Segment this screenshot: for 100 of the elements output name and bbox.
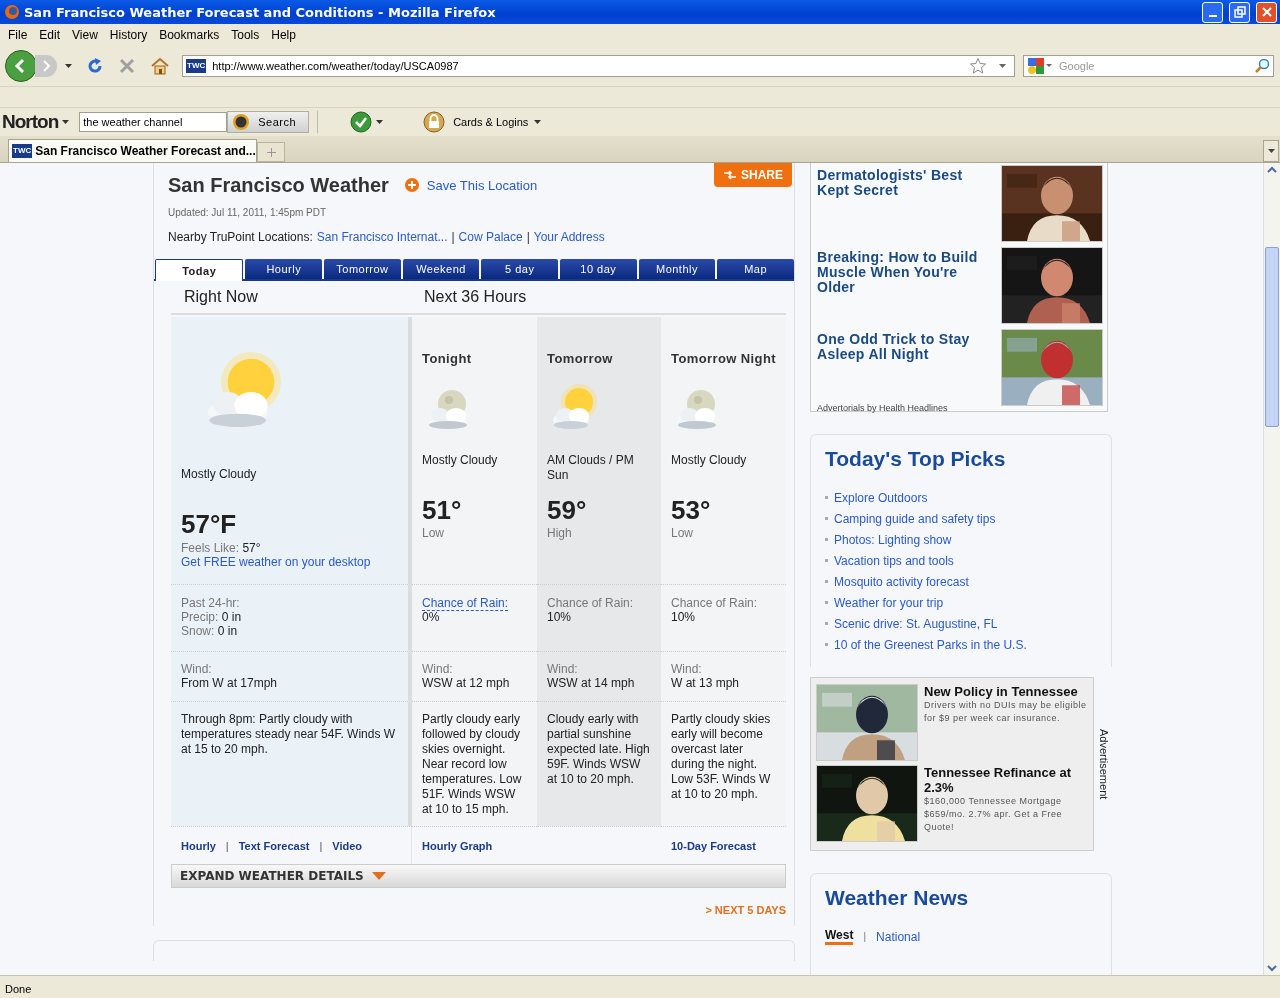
condition-text: Mostly Cloudy [671,453,748,469]
close-icon [1260,6,1273,18]
forecast-description: Partly cloudy early followed by cloudy skies overnight. Near record low temperatures. Low 51F. Winds WSW at 10 to 15 mph. [422,712,523,817]
forecast-tab[interactable]: 5 day [481,259,559,279]
forecast-link[interactable]: 10-Day Forecast [671,839,756,852]
close-button[interactable] [1256,1,1277,23]
save-location-link[interactable]: Save This Location [426,177,538,193]
top-pick-link[interactable]: Mosquito activity forecast [834,574,969,589]
current-temperature: 57°F [181,509,238,540]
bullet-icon [825,580,828,583]
menu-item[interactable]: View [66,28,104,42]
ad-title[interactable]: New Policy in Tennessee [924,684,1088,699]
snow-label: Snow: [181,624,215,638]
forecast-tab[interactable]: Map [717,259,794,279]
temperature: 59° [547,495,588,526]
star-icon[interactable] [969,57,987,75]
restore-button[interactable] [1229,1,1250,23]
top-pick-link[interactable]: Vacation tips and tools [834,553,954,568]
advertorial-link[interactable]: Dermatologists' Best Kept Secret [817,168,997,198]
norton-search-button[interactable]: Search [227,111,310,133]
forecast-tab[interactable]: Hourly [245,259,323,279]
section-heading: Weather News [825,886,970,910]
bullet-icon [825,601,828,604]
advertorial-link[interactable]: One Odd Trick to Stay Asleep All Night [817,332,997,362]
forecast-link[interactable]: Hourly Graph [422,839,493,852]
menu-item[interactable]: History [103,28,154,42]
ad-text: Drivers with no DUIs may be eligible for $9 per week car insurance. [924,699,1088,725]
news-tab[interactable]: National [876,929,921,944]
forecast-description: Through 8pm: Partly cloudy with temperatures steady near 54F. Winds W at 15 to 20 mph. [181,712,397,757]
forecast-tab[interactable]: Tomorrow [324,259,401,279]
search-engine-icon[interactable] [1027,57,1053,75]
forecast-link[interactable]: Video [332,839,363,852]
updated-time: Updated: Jul 11, 2011, 1:45pm PDT [167,207,328,218]
temperature-label: Low [671,526,694,540]
top-pick-link[interactable]: Weather for your trip [834,595,944,610]
minimize-icon [1208,15,1217,17]
rain-chance: 10% [671,610,697,624]
scrollbar[interactable] [1263,163,1280,975]
desktop-weather-link[interactable]: Get FREE weather on your desktop [181,555,398,569]
chance-of-rain-link[interactable]: Chance of Rain: [422,596,509,611]
menu-item[interactable]: Bookmarks [153,28,226,42]
advertorial-link[interactable]: Breaking: How to Build Muscle When You're Older [817,250,997,295]
ad-title[interactable]: Tennessee Refinance at 2.3% [924,765,1088,795]
dropdown-icon[interactable] [62,120,70,124]
home-icon[interactable] [150,57,170,75]
wind-value: W at 13 mph [671,676,741,690]
tab-list-button[interactable] [1263,140,1279,162]
news-tab[interactable]: West [825,928,854,945]
section-heading: Right Now [183,288,259,306]
top-pick-link[interactable]: Scenic drive: St. Augustine, FL [834,616,998,631]
temperature-label: High [547,526,573,540]
menu-item[interactable]: Edit [33,28,67,42]
plus-icon[interactable] [404,178,419,192]
expand-details-bar[interactable]: EXPAND WEATHER DETAILS [171,864,786,888]
dropdown-icon[interactable] [65,64,72,68]
search-icon[interactable] [1254,58,1270,74]
bullet-icon [825,538,828,541]
checkmark-icon[interactable] [350,111,373,133]
forecast-tab[interactable]: Weekend [402,259,480,279]
dropdown-icon[interactable] [999,64,1006,68]
top-pick-link[interactable]: Photos: Lighting show [834,532,952,547]
top-pick-link[interactable]: 10 of the Greenest Parks in the U.S. [834,637,1027,652]
reload-icon[interactable] [86,57,104,75]
dropdown-icon [1267,149,1275,153]
chance-of-rain-label: Chance of Rain: [671,596,758,610]
forecast-link[interactable]: Text Forecast [238,839,310,852]
forecast-tab[interactable]: Today [155,259,244,281]
back-button[interactable] [5,50,37,82]
separator: | [225,839,229,852]
advertisement-label: Advertisement [1098,728,1110,800]
forecast-tab[interactable]: Monthly [638,259,716,279]
location-link[interactable]: Your Address [533,230,605,244]
search-field[interactable]: Google [1023,55,1274,77]
precip-value: 0 in [221,610,242,624]
norton-logo[interactable]: Norton [2,111,59,133]
wind-value: WSW at 14 mph [547,676,636,690]
forecast-description: Cloudy early with partial sunshine expected late. High 59F. Winds WSW at 10 to 20 mph. [547,712,651,787]
menu-item[interactable]: Help [265,28,302,42]
share-icon [723,170,737,180]
rain-chance: 10% [547,610,573,624]
menu-item[interactable]: Tools [225,28,266,42]
scrollbar-thumb[interactable] [1265,247,1279,427]
menu-item[interactable]: File [2,28,34,42]
temperature: 51° [422,495,463,526]
norton-search-field[interactable]: the weather channel [79,112,228,132]
location-link[interactable]: Cow Palace [458,230,523,244]
top-pick-link[interactable]: Explore Outdoors [834,490,928,505]
norton-icon [232,113,251,131]
forecast-tab[interactable]: 10 day [560,259,637,279]
dropdown-icon[interactable] [376,120,384,124]
minimize-button[interactable] [1202,1,1223,23]
location-link[interactable]: San Francisco Internat... [316,230,448,244]
address-field[interactable]: TWC http://www.weather.com/weather/today/USCA0987 [182,55,1015,77]
bullet-icon [825,622,828,625]
forecast-link[interactable]: Hourly [181,839,216,852]
padlock-icon[interactable] [423,111,446,133]
cards-logins-menu[interactable]: Cards & Logins [449,116,546,128]
browser-tab[interactable]: TWC San Francisco Weather Forecast and... [8,139,257,162]
top-pick-link[interactable]: Camping guide and safety tips [834,511,996,526]
window-title: San Francisco Weather Forecast and Conditions - Mozilla Firefox [24,4,496,20]
